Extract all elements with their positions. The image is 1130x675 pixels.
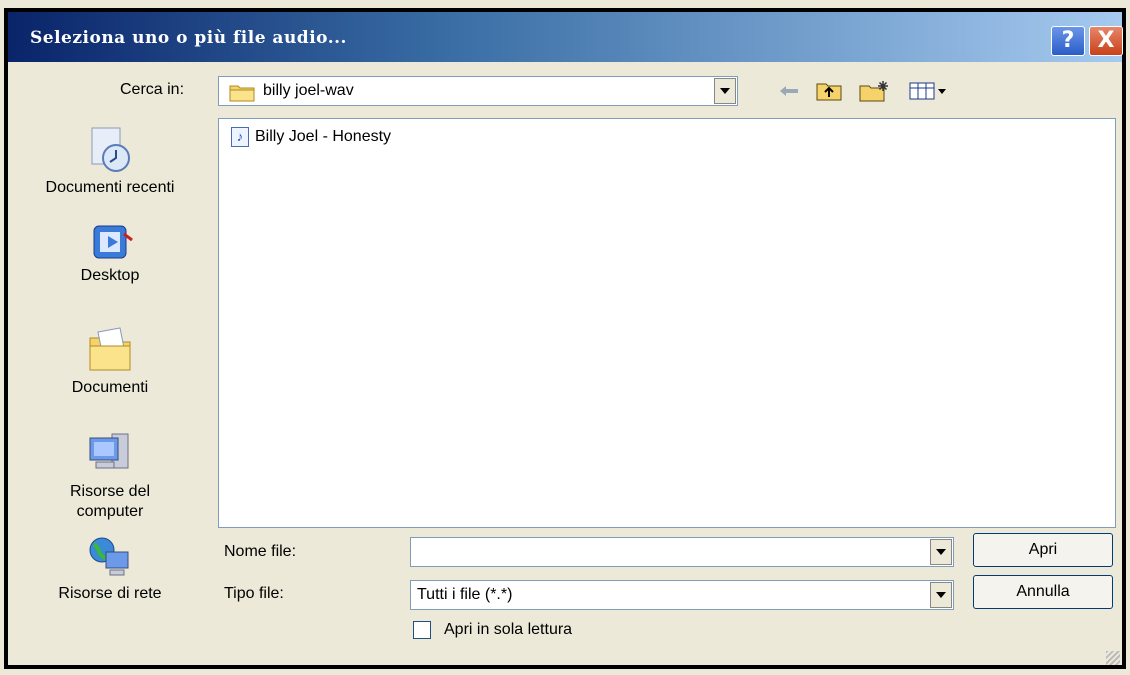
file-open-dialog: Seleziona uno o più file audio... ? X Ce… — [0, 0, 1130, 675]
lookin-label: Cerca in: — [120, 81, 185, 98]
filetype-value: Tutti i file (*.*) — [417, 586, 513, 603]
places-my-computer[interactable]: Risorse del computer — [40, 430, 180, 522]
filename-label: Nome file: — [224, 543, 297, 560]
file-item[interactable]: ♪ Billy Joel - Honesty — [231, 127, 391, 147]
up-folder-icon[interactable] — [814, 80, 844, 102]
lookin-combo[interactable]: billy joel-wav — [218, 76, 738, 106]
file-list[interactable]: ♪ Billy Joel - Honesty — [218, 118, 1116, 528]
places-label-network: Risorse di rete — [58, 585, 162, 602]
chevron-down-icon — [936, 592, 946, 598]
filetype-select[interactable]: Tutti i file (*.*) — [410, 580, 954, 610]
chevron-down-icon — [720, 88, 730, 94]
back-arrow-icon[interactable] — [776, 80, 802, 102]
file-name: Billy Joel - Honesty — [255, 128, 392, 145]
close-button[interactable]: X — [1089, 26, 1123, 56]
places-label-my-computer: Risorse del computer — [69, 483, 151, 520]
title-bar[interactable]: Seleziona uno o più file audio... ? X — [8, 12, 1123, 62]
folder-icon — [229, 82, 255, 107]
new-folder-icon[interactable] — [858, 80, 892, 102]
chevron-down-icon — [936, 549, 946, 555]
help-button[interactable]: ? — [1051, 26, 1085, 56]
places-recent-documents[interactable]: Documenti recenti — [40, 126, 180, 198]
places-label-desktop: Desktop — [80, 267, 140, 284]
network-icon — [80, 532, 140, 580]
my-computer-icon — [80, 430, 140, 478]
readonly-label: Apri in sola lettura — [444, 621, 573, 638]
filename-dropdown-button[interactable] — [930, 539, 952, 565]
lookin-dropdown-button[interactable] — [714, 78, 736, 104]
filename-field[interactable] — [410, 537, 954, 567]
documents-folder-icon — [80, 326, 140, 374]
audio-file-icon: ♪ — [231, 127, 249, 147]
places-label-recent: Documenti recenti — [45, 179, 175, 196]
filetype-dropdown-button[interactable] — [930, 582, 952, 608]
desktop-icon — [80, 222, 140, 262]
recent-documents-icon — [80, 126, 140, 174]
readonly-checkbox[interactable] — [413, 621, 431, 639]
places-network[interactable]: Risorse di rete — [40, 532, 180, 604]
resize-grip[interactable] — [1106, 651, 1120, 665]
open-button[interactable]: Apri — [973, 533, 1113, 567]
places-desktop[interactable]: Desktop — [40, 222, 180, 286]
dialog-title: Seleziona uno o più file audio... — [30, 28, 347, 48]
views-menu-icon[interactable] — [906, 80, 950, 102]
filetype-label: Tipo file: — [224, 585, 284, 602]
places-documents[interactable]: Documenti — [40, 326, 180, 398]
cancel-button[interactable]: Annulla — [973, 575, 1113, 609]
lookin-value: billy joel-wav — [263, 82, 354, 99]
places-label-documents: Documenti — [71, 379, 149, 396]
